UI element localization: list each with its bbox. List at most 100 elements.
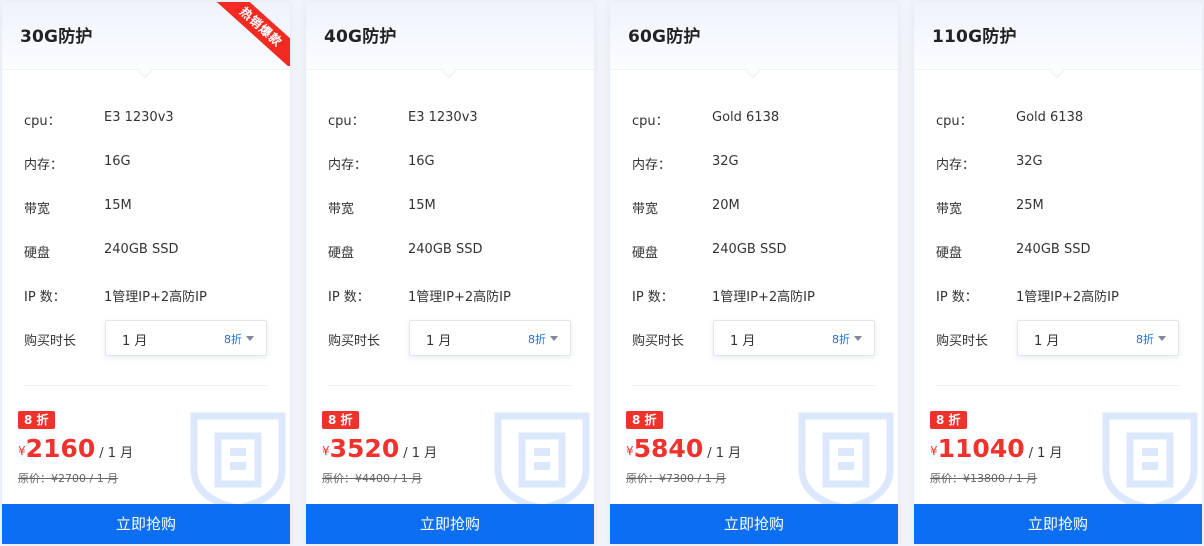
spec-label: IP 数： xyxy=(936,290,978,305)
spec-label: 带宽 xyxy=(24,202,51,217)
spec-value: 1管理IP+2高防IP xyxy=(712,290,815,305)
card-header: 40G防护 xyxy=(306,2,594,79)
spec-value: 32G xyxy=(1016,154,1043,169)
spec-label: 带宽 xyxy=(632,202,659,217)
currency-symbol: ¥ xyxy=(626,444,634,458)
card-title: 60G防护 xyxy=(628,27,701,47)
period-label: 购买时长 xyxy=(328,334,381,349)
buy-now-button[interactable]: 立即抢购 xyxy=(610,504,898,544)
period-discount: 8折 xyxy=(224,333,242,346)
period-select[interactable]: 1 月 8折 xyxy=(105,320,267,356)
chevron-down-icon xyxy=(854,336,862,341)
period-value: 1 月 xyxy=(122,334,148,349)
card-title: 40G防护 xyxy=(324,27,397,47)
spec-label: 硬盘 xyxy=(632,246,659,261)
card-title: 110G防护 xyxy=(932,27,1017,47)
price-unit: / 1 月 xyxy=(99,446,134,461)
price-line: ¥5840/ 1 月 xyxy=(626,434,741,463)
spec-label: IP 数： xyxy=(632,290,674,305)
spec-value: 240GB SSD xyxy=(1016,242,1091,257)
spec-value: 15M xyxy=(408,198,436,213)
spec-value: 240GB SSD xyxy=(104,242,179,257)
chevron-down-icon xyxy=(246,336,254,341)
original-price: 原价：¥2700 / 1 月 xyxy=(18,472,119,485)
header-notch xyxy=(441,63,457,79)
buy-now-button[interactable]: 立即抢购 xyxy=(914,504,1202,544)
period-select[interactable]: 1 月 8折 xyxy=(713,320,875,356)
spec-value: Gold 6138 xyxy=(712,110,780,125)
currency-symbol: ¥ xyxy=(18,444,26,458)
price-line: ¥11040/ 1 月 xyxy=(930,434,1063,463)
shield-icon xyxy=(190,412,286,510)
discount-badge: 8 折 xyxy=(18,411,55,429)
original-price: 原价：¥13800 / 1 月 xyxy=(930,472,1038,485)
spec-value: Gold 6138 xyxy=(1016,110,1084,125)
spec-label: 内存： xyxy=(936,158,976,173)
spec-value: E3 1230v3 xyxy=(408,110,478,125)
chevron-down-icon xyxy=(1158,336,1166,341)
spec-label: cpu： xyxy=(328,114,365,129)
spec-label: 硬盘 xyxy=(328,246,355,261)
spec-label: IP 数： xyxy=(328,290,370,305)
header-notch xyxy=(137,63,153,79)
spec-label: 内存： xyxy=(632,158,672,173)
price-line: ¥2160/ 1 月 xyxy=(18,434,133,463)
shield-icon xyxy=(1102,412,1198,510)
card-header: 60G防护 xyxy=(610,2,898,79)
period-discount: 8折 xyxy=(832,333,850,346)
shield-icon xyxy=(798,412,894,510)
spec-label: cpu： xyxy=(936,114,973,129)
card-header: 110G防护 xyxy=(914,2,1202,79)
period-discount: 8折 xyxy=(1136,333,1154,346)
spec-value: 240GB SSD xyxy=(408,242,483,257)
currency-symbol: ¥ xyxy=(322,444,330,458)
header-notch xyxy=(1049,63,1065,79)
spec-value: 15M xyxy=(104,198,132,213)
buy-now-button[interactable]: 立即抢购 xyxy=(306,504,594,544)
divider xyxy=(632,385,876,386)
buy-now-button[interactable]: 立即抢购 xyxy=(2,504,290,544)
header-notch xyxy=(745,63,761,79)
price-line: ¥3520/ 1 月 xyxy=(322,434,437,463)
divider xyxy=(24,385,268,386)
price-unit: / 1 月 xyxy=(403,446,438,461)
price-amount: 11040 xyxy=(937,434,1025,463)
spec-value: 1管理IP+2高防IP xyxy=(1016,290,1119,305)
original-price: 原价：¥7300 / 1 月 xyxy=(626,472,727,485)
price-unit: / 1 月 xyxy=(1028,446,1063,461)
period-select[interactable]: 1 月 8折 xyxy=(409,320,571,356)
period-value: 1 月 xyxy=(1034,334,1060,349)
spec-label: 内存： xyxy=(328,158,368,173)
discount-badge: 8 折 xyxy=(322,411,359,429)
discount-badge: 8 折 xyxy=(626,411,663,429)
chevron-down-icon xyxy=(550,336,558,341)
spec-label: 内存： xyxy=(24,158,64,173)
period-select[interactable]: 1 月 8折 xyxy=(1017,320,1179,356)
pricing-cards: 30G防护 热销爆款 cpu： E3 1230v3 内存： 16G 带宽 15M… xyxy=(0,0,1204,546)
divider xyxy=(936,385,1180,386)
card-title: 30G防护 xyxy=(20,27,93,47)
spec-value: E3 1230v3 xyxy=(104,110,174,125)
shield-icon xyxy=(494,412,590,510)
spec-label: 硬盘 xyxy=(936,246,963,261)
spec-value: 1管理IP+2高防IP xyxy=(104,290,207,305)
period-label: 购买时长 xyxy=(632,334,685,349)
period-discount: 8折 xyxy=(528,333,546,346)
currency-symbol: ¥ xyxy=(930,444,938,458)
pricing-card-110g: 110G防护 cpu： Gold 6138 内存： 32G 带宽 25M 硬盘 … xyxy=(914,2,1202,544)
spec-label: IP 数： xyxy=(24,290,66,305)
hot-ribbon: 热销爆款 xyxy=(212,2,290,66)
discount-badge: 8 折 xyxy=(930,411,967,429)
original-price: 原价：¥4400 / 1 月 xyxy=(322,472,423,485)
spec-value: 16G xyxy=(104,154,131,169)
price-unit: / 1 月 xyxy=(707,446,742,461)
divider xyxy=(328,385,572,386)
period-value: 1 月 xyxy=(730,334,756,349)
spec-label: 硬盘 xyxy=(24,246,51,261)
hot-ribbon-label: 热销爆款 xyxy=(212,2,290,66)
price-amount: 2160 xyxy=(25,434,96,463)
spec-label: cpu： xyxy=(632,114,669,129)
pricing-card-40g: 40G防护 cpu： E3 1230v3 内存： 16G 带宽 15M 硬盘 2… xyxy=(306,2,594,544)
period-label: 购买时长 xyxy=(936,334,989,349)
period-value: 1 月 xyxy=(426,334,452,349)
